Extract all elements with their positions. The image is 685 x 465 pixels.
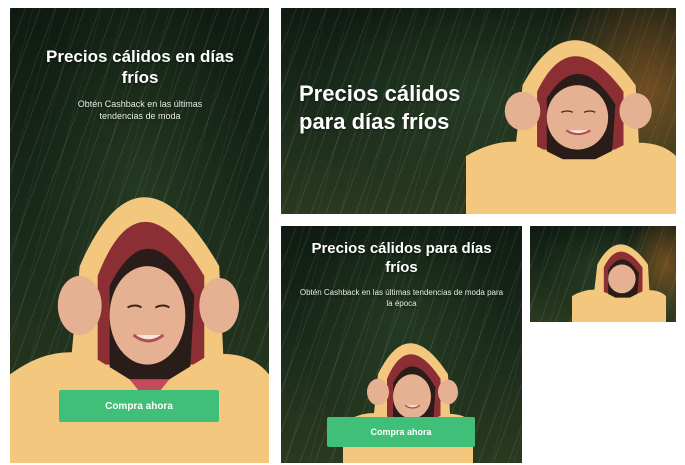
headline: Precios cálidos para días fríos <box>311 240 492 276</box>
headline: Precios cálidos para días fríos <box>299 81 461 134</box>
buy-now-button[interactable]: Compra ahora <box>327 417 475 447</box>
buy-now-button[interactable]: Compra ahora <box>59 390 219 422</box>
subtext: Obtén Cashback en las últimas tendencias… <box>77 99 203 122</box>
woman-in-raincoat-image <box>466 8 676 214</box>
banner-small[interactable] <box>530 226 676 322</box>
woman-in-raincoat-image <box>572 230 666 322</box>
banner-medium[interactable]: Precios cálidos para días fríos Obtén Ca… <box>281 226 522 463</box>
headline: Precios cálidos en días fríos <box>45 47 235 88</box>
banner-wide[interactable]: Precios cálidos para días fríos <box>281 8 676 214</box>
banner-tall[interactable]: Precios cálidos en días fríos Obtén Cash… <box>10 8 269 463</box>
subtext: Obtén Cashback en las últimas tendencias… <box>299 288 504 308</box>
